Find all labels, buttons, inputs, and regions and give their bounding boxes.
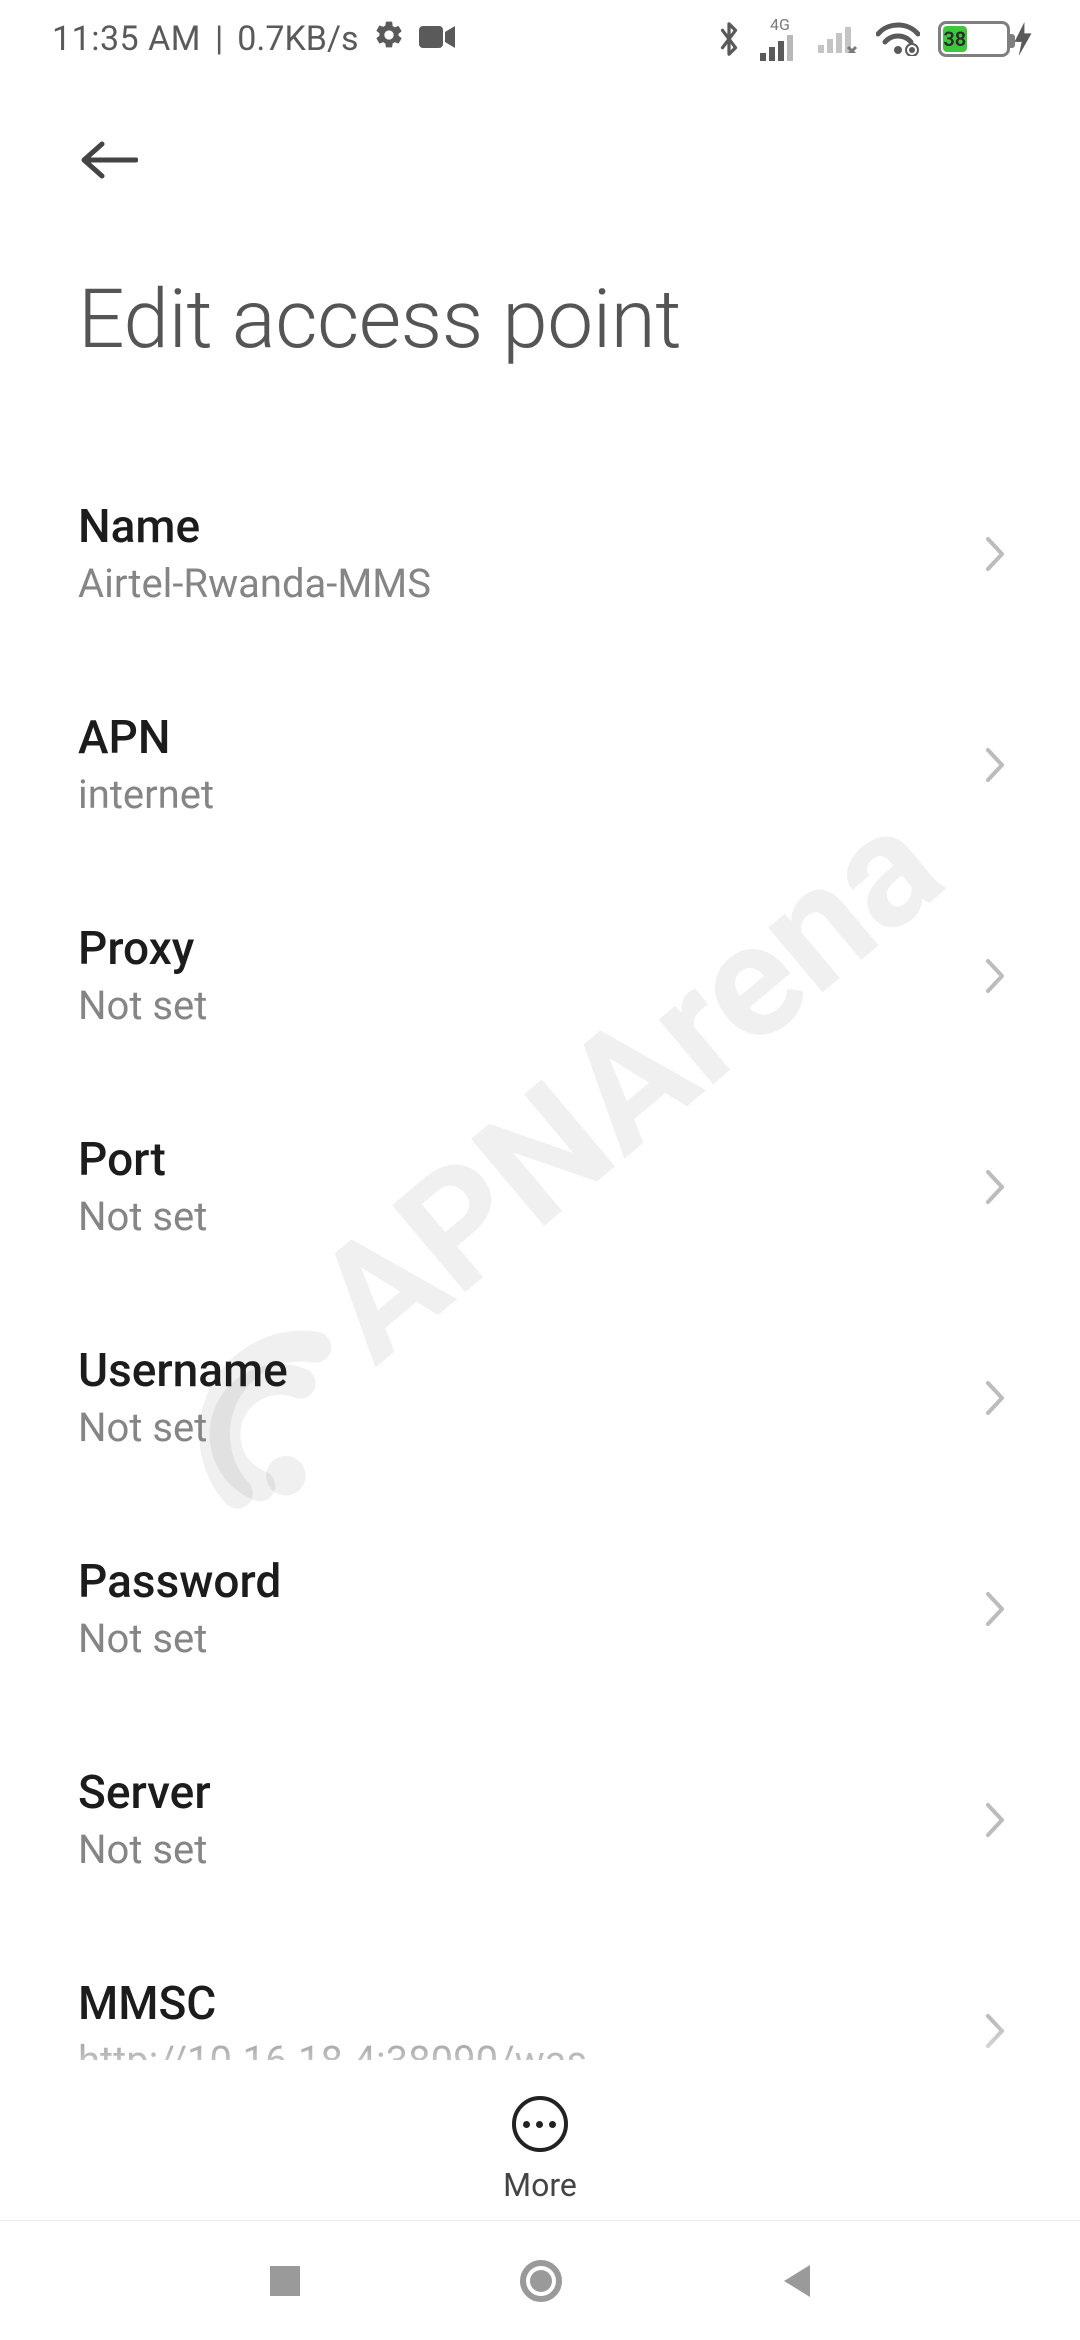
page-title: Edit access point	[78, 272, 1020, 368]
chevron-right-icon	[980, 2007, 1010, 2055]
more-icon	[512, 2096, 568, 2152]
field-username-row[interactable]: Username Not set	[78, 1292, 1010, 1503]
field-server-row[interactable]: Server Not set	[78, 1714, 1010, 1925]
chevron-right-icon	[980, 741, 1010, 789]
field-port-label: Port	[78, 1133, 207, 1187]
nav-recent-button[interactable]	[266, 2262, 304, 2300]
status-bar: 11:35 AM | 0.7KB/s 4G 38	[0, 0, 1080, 78]
field-server-value: Not set	[78, 1826, 211, 1873]
field-password-row[interactable]: Password Not set	[78, 1503, 1010, 1714]
camera-icon	[419, 19, 455, 59]
battery-icon: 38	[938, 21, 1032, 57]
system-nav-bar	[0, 2220, 1080, 2340]
status-time: 11:35 AM	[52, 19, 201, 59]
status-data-rate: 0.7KB/s	[237, 19, 358, 59]
back-button[interactable]	[78, 128, 142, 192]
chevron-right-icon	[980, 1374, 1010, 1422]
chevron-right-icon	[980, 530, 1010, 578]
field-server-label: Server	[78, 1766, 211, 1820]
settings-list: Name Airtel-Rwanda-MMS APN internet Prox…	[0, 448, 1080, 2228]
field-username-value: Not set	[78, 1404, 288, 1451]
field-name-row[interactable]: Name Airtel-Rwanda-MMS	[78, 448, 1010, 659]
settings-icon	[373, 19, 405, 60]
chevron-right-icon	[980, 1585, 1010, 1633]
nav-back-button[interactable]	[778, 2261, 814, 2301]
signal-nosim-icon	[818, 25, 858, 53]
field-name-label: Name	[78, 500, 431, 554]
status-separator: |	[215, 19, 223, 59]
more-button[interactable]: More	[503, 2096, 577, 2204]
field-mmsc-label: MMSC	[78, 1977, 587, 2031]
field-name-value: Airtel-Rwanda-MMS	[78, 560, 431, 607]
field-proxy-value: Not set	[78, 982, 207, 1029]
nav-home-button[interactable]	[517, 2257, 565, 2305]
more-label: More	[503, 2166, 577, 2204]
bluetooth-icon	[716, 19, 742, 59]
field-proxy-label: Proxy	[78, 922, 207, 976]
chevron-right-icon	[980, 1163, 1010, 1211]
field-port-row[interactable]: Port Not set	[78, 1081, 1010, 1292]
wifi-icon	[876, 22, 920, 56]
field-port-value: Not set	[78, 1193, 207, 1240]
field-proxy-row[interactable]: Proxy Not set	[78, 870, 1010, 1081]
field-apn-row[interactable]: APN internet	[78, 659, 1010, 870]
field-apn-label: APN	[78, 711, 214, 765]
arrow-left-icon	[78, 139, 138, 181]
bottom-action-bar: More	[0, 2060, 1080, 2220]
field-apn-value: internet	[78, 771, 214, 818]
signal-4g-icon: 4G	[760, 17, 800, 61]
field-password-label: Password	[78, 1555, 281, 1609]
field-username-label: Username	[78, 1344, 288, 1398]
chevron-right-icon	[980, 1796, 1010, 1844]
field-password-value: Not set	[78, 1615, 281, 1662]
chevron-right-icon	[980, 952, 1010, 1000]
